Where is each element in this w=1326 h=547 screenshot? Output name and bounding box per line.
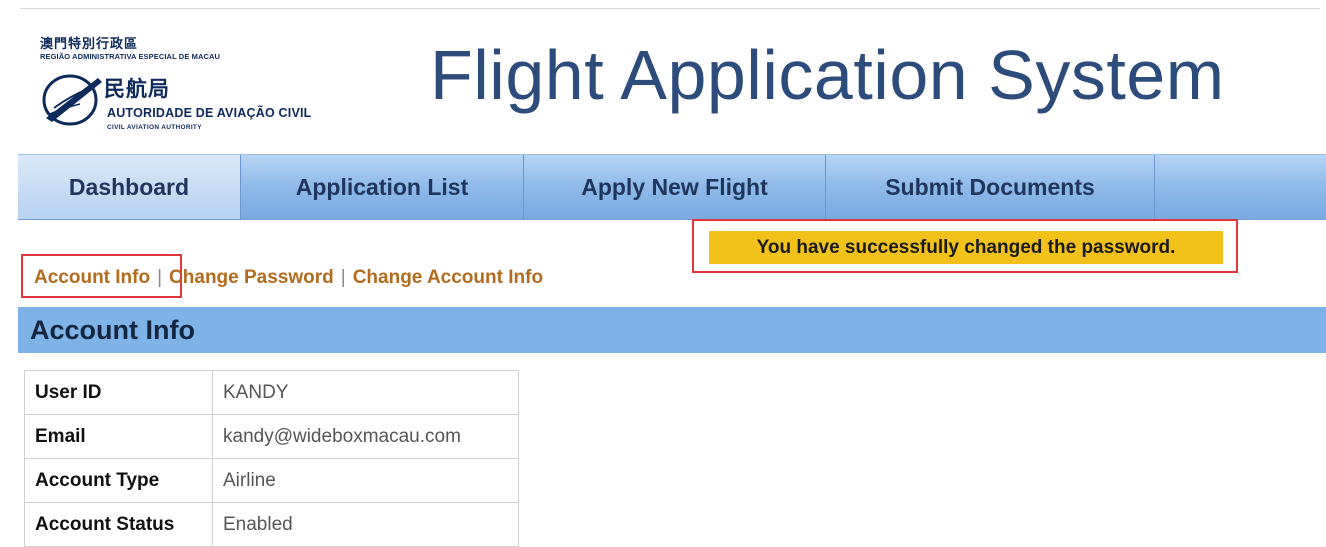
- logo-authority-english: CIVIL AVIATION AUTHORITY: [107, 124, 202, 131]
- row-label: Account Status: [24, 502, 213, 547]
- subnav-separator: |: [157, 267, 163, 288]
- tab-dashboard[interactable]: Dashboard: [18, 155, 241, 219]
- row-label: User ID: [24, 370, 213, 415]
- table-row: User ID KANDY: [24, 370, 519, 415]
- table-row: Account Status Enabled: [24, 502, 519, 547]
- row-value: kandy@wideboxmacau.com: [212, 414, 519, 459]
- logo-region-portuguese: REGIÃO ADMINISTRATIVA ESPECIAL DE MACAU: [40, 52, 221, 61]
- tab-submit-documents[interactable]: Submit Documents: [826, 155, 1155, 219]
- row-value: Enabled: [212, 502, 519, 547]
- aviation-emblem-icon: [42, 74, 102, 126]
- table-row: Account Type Airline: [24, 458, 519, 503]
- caa-logo: 澳門特別行政區 REGIÃO ADMINISTRATIVA ESPECIAL D…: [40, 30, 380, 140]
- app-title: Flight Application System: [430, 36, 1225, 114]
- subnav-change-account-info[interactable]: Change Account Info: [353, 267, 543, 289]
- row-label: Email: [24, 414, 213, 459]
- subnav-change-password[interactable]: Change Password: [169, 267, 334, 289]
- main-nav: Dashboard Application List Apply New Fli…: [18, 154, 1326, 220]
- row-value: KANDY: [212, 370, 519, 415]
- success-notice: You have successfully changed the passwo…: [709, 231, 1223, 264]
- section-title: Account Info: [18, 307, 1326, 353]
- tab-application-list[interactable]: Application List: [241, 155, 524, 219]
- row-label: Account Type: [24, 458, 213, 503]
- table-row: Email kandy@wideboxmacau.com: [24, 414, 519, 459]
- subnav-separator: |: [340, 267, 346, 288]
- account-subnav: Account Info | Change Password | Change …: [34, 263, 543, 293]
- row-value: Airline: [212, 458, 519, 503]
- logo-region-chinese: 澳門特別行政區: [40, 36, 139, 51]
- account-info-table: User ID KANDY Email kandy@wideboxmacau.c…: [24, 370, 519, 547]
- logo-authority-portuguese: AUTORIDADE DE AVIAÇÃO CIVIL: [107, 106, 312, 120]
- top-divider: [20, 8, 1320, 9]
- tab-apply-new-flight[interactable]: Apply New Flight: [524, 155, 826, 219]
- subnav-account-info[interactable]: Account Info: [34, 267, 150, 289]
- logo-authority-chinese: 民航局: [104, 78, 170, 101]
